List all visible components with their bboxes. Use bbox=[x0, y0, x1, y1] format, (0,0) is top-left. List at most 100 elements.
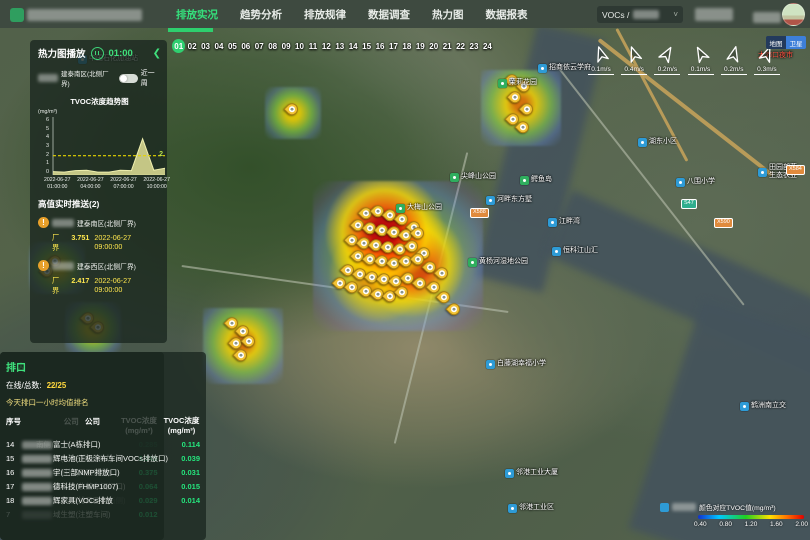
monitor-pin[interactable] bbox=[517, 121, 529, 133]
monitor-pin[interactable] bbox=[521, 103, 533, 115]
monitor-pin[interactable] bbox=[438, 291, 450, 303]
monitor-pin[interactable] bbox=[230, 337, 242, 349]
x-tick: 2022-06-27 01:00:00 bbox=[44, 177, 71, 190]
map-mode-switch: 地图 卫星 bbox=[766, 36, 806, 49]
nav-tab[interactable]: 热力图 bbox=[432, 7, 464, 22]
satellite-view-button[interactable]: 卫星 bbox=[786, 36, 806, 49]
monitor-pin[interactable] bbox=[243, 335, 255, 347]
pause-button[interactable] bbox=[91, 47, 104, 60]
rank-subtitle: 今天排口一小时均值排名 bbox=[6, 397, 200, 408]
station-label: 建泰南区(北侧厂界) bbox=[61, 68, 116, 88]
timeline-hour[interactable]: 01 bbox=[172, 39, 185, 53]
range-toggle[interactable] bbox=[119, 74, 138, 83]
timeline-hour[interactable]: 23 bbox=[467, 39, 480, 53]
timeline-hour[interactable]: 24 bbox=[481, 39, 494, 53]
monitor-pin[interactable] bbox=[235, 349, 247, 361]
color-gradient-bar bbox=[698, 515, 804, 519]
monitor-pin[interactable] bbox=[436, 267, 448, 279]
nav-tab[interactable]: 排放规律 bbox=[304, 7, 346, 22]
company-redacted bbox=[22, 441, 52, 449]
pin-icon bbox=[344, 279, 361, 296]
row-rank: 15 bbox=[6, 454, 20, 463]
legend-label: 颜色对应TVOC值(mg/m³) bbox=[699, 502, 776, 512]
timeline-hour[interactable]: 19 bbox=[414, 39, 427, 53]
row-value: 0.114 bbox=[170, 440, 200, 449]
company-redacted bbox=[22, 455, 52, 463]
timeline-hour[interactable]: 09 bbox=[279, 39, 292, 53]
timeline-hour[interactable]: 02 bbox=[185, 39, 198, 53]
timeline-hour[interactable]: 17 bbox=[387, 39, 400, 53]
monitor-pin[interactable] bbox=[448, 303, 460, 315]
user-name-redacted bbox=[753, 12, 781, 23]
col-value: TVOC浓度 (mg/m³) bbox=[163, 416, 200, 436]
threshold-value: 2 bbox=[159, 151, 163, 158]
timeline-hour[interactable]: 05 bbox=[226, 39, 239, 53]
timeline-hour[interactable]: 21 bbox=[440, 39, 453, 53]
timeline-hour[interactable]: 15 bbox=[360, 39, 373, 53]
row-company: 宇(三部NMP排放口) bbox=[22, 468, 168, 478]
timeline-hour[interactable]: 13 bbox=[333, 39, 346, 53]
table-row[interactable]: 14 富士(A栋排口) 0.114 bbox=[6, 436, 200, 450]
monitor-pin[interactable] bbox=[412, 227, 424, 239]
y-tick: 4 bbox=[42, 134, 49, 140]
high-value-push-title: 高值实时推送(2) bbox=[38, 198, 161, 210]
monitor-pin[interactable] bbox=[346, 281, 358, 293]
map-poi-label: 鹤洲南立交 bbox=[740, 402, 786, 411]
monitor-pin[interactable] bbox=[286, 103, 298, 115]
nav-tab[interactable]: 数据调查 bbox=[368, 7, 410, 22]
timeline-hour[interactable]: 12 bbox=[320, 39, 333, 53]
timeline-hour[interactable]: 03 bbox=[199, 39, 212, 53]
monitor-pin[interactable] bbox=[396, 213, 408, 225]
table-row[interactable]: 15 辉电池(正极涂布车间VOCs排放口) 0.039 bbox=[6, 450, 200, 464]
monitor-pin[interactable] bbox=[509, 91, 521, 103]
x-tick: 2022-06-27 10:00:00 bbox=[143, 177, 170, 190]
timeline-hour[interactable]: 07 bbox=[253, 39, 266, 53]
monitor-pin[interactable] bbox=[396, 286, 408, 298]
online-count: 22/25 bbox=[47, 381, 67, 390]
table-row[interactable]: 17 德科技(FHMP1007) 0.015 bbox=[6, 478, 200, 492]
table-row[interactable]: 16 宇(三部NMP排放口) 0.031 bbox=[6, 464, 200, 478]
map-poi-label: 尖峰山公园 bbox=[450, 173, 496, 182]
table-header: 序号 公司 TVOC浓度 (mg/m³) bbox=[6, 416, 200, 436]
pin-icon bbox=[446, 301, 463, 318]
monitor-pin[interactable] bbox=[414, 277, 426, 289]
nav-tab[interactable]: 趋势分析 bbox=[240, 7, 282, 22]
nav-tab[interactable]: 数据报表 bbox=[486, 7, 528, 22]
legend-tick: 0.40 bbox=[694, 521, 707, 528]
map-poi-label: 茉莉花园 bbox=[498, 79, 537, 88]
timeline-hour[interactable]: 11 bbox=[306, 39, 319, 53]
monitor-pin[interactable] bbox=[406, 240, 418, 252]
monitor-pin[interactable] bbox=[412, 253, 424, 265]
vocs-value-redacted bbox=[633, 10, 659, 19]
timeline-hour[interactable]: 18 bbox=[400, 39, 413, 53]
wind-item: 0.4m/s bbox=[619, 44, 649, 75]
vocs-dropdown[interactable]: VOCs / ˅ bbox=[597, 6, 683, 23]
map-poi-label: 恒科江山汇 bbox=[552, 247, 598, 256]
wind-speed: 0.3m/s bbox=[754, 66, 780, 75]
timeline-hour[interactable]: 16 bbox=[373, 39, 386, 53]
timeline-hour[interactable]: 22 bbox=[454, 39, 467, 53]
nav-tab[interactable]: 排放实况 bbox=[176, 7, 218, 22]
timeline-hour[interactable]: 08 bbox=[266, 39, 279, 53]
pin-icon bbox=[241, 333, 258, 350]
poi-icon bbox=[468, 258, 477, 267]
wind-speed: 0.1m/s bbox=[688, 66, 714, 75]
station-name-redacted bbox=[38, 74, 58, 82]
map-view-button[interactable]: 地图 bbox=[766, 36, 786, 49]
timeline-hour[interactable]: 14 bbox=[346, 39, 359, 53]
pin-icon bbox=[412, 275, 429, 292]
table-row[interactable]: 18 辉家具(VOCs排放 0.014 bbox=[6, 492, 200, 506]
high-value-alert[interactable]: ! 建泰南区(北侧厂界) 厂界 3.751 2022-06-27 09:00:0… bbox=[38, 217, 161, 253]
avatar[interactable] bbox=[782, 3, 805, 26]
timeline-hour[interactable]: 10 bbox=[293, 39, 306, 53]
row-value: 0.014 bbox=[170, 496, 200, 505]
high-value-alert[interactable]: ! 建泰西区(北侧厂界) 厂界 2.417 2022-06-27 09:00:0… bbox=[38, 260, 161, 296]
wind-arrow-icon bbox=[687, 40, 714, 67]
row-company: 辉家具(VOCs排放 bbox=[22, 496, 168, 506]
timeline-hour[interactable]: 20 bbox=[427, 39, 440, 53]
alert-time: 2022-06-27 09:00:00 bbox=[94, 233, 161, 253]
map-poi-label: 黄杨河湿地公园 bbox=[468, 258, 528, 267]
collapse-panel-icon[interactable]: ❮ bbox=[153, 48, 161, 59]
timeline-hour[interactable]: 06 bbox=[239, 39, 252, 53]
timeline-hour[interactable]: 04 bbox=[212, 39, 225, 53]
